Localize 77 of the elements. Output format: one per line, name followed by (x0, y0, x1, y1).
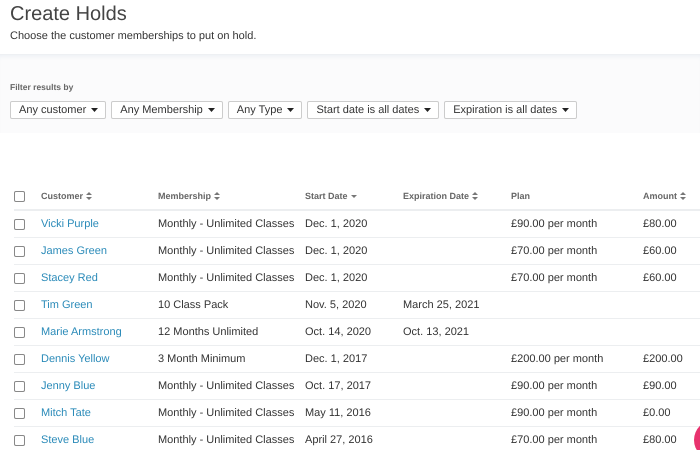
filter-dropdown[interactable]: Any Type (228, 101, 302, 119)
table-cell: £90.00 per month (511, 380, 598, 392)
table-cell: Dec. 1, 2020 (305, 272, 368, 284)
table-cell: May 11, 2016 (305, 407, 371, 419)
table-cell: £70.00 per month (511, 272, 598, 284)
table-cell: £90.00 (643, 380, 677, 392)
table-cell: £60.00 (643, 245, 677, 257)
table-cell: £80.00 (643, 218, 677, 230)
table-cell: Monthly - Unlimited Classes (158, 272, 294, 284)
table-cell: £90.00 per month (511, 407, 598, 419)
table-cell: April 27, 2016 (305, 434, 373, 446)
checkbox[interactable] (14, 190, 25, 202)
caret-icon (562, 108, 570, 112)
table-cell: Dec. 1, 2020 (305, 218, 368, 230)
filter-dropdown[interactable]: Any customer (10, 101, 106, 119)
column-header[interactable]: Expiration Date (403, 191, 478, 201)
filter-dropdown[interactable]: Expiration is all dates (444, 101, 578, 119)
customer-link[interactable]: Mitch Tate (41, 407, 91, 419)
column-header[interactable]: Amount (643, 191, 686, 201)
checkbox[interactable] (14, 300, 25, 310)
table-cell: £70.00 per month (511, 245, 598, 257)
customer-link[interactable]: Vicki Purple (41, 218, 99, 230)
filter-label: Filter results by (10, 82, 74, 92)
table-cell: £60.00 (643, 272, 677, 284)
table-cell: £90.00 per month (511, 218, 598, 230)
checkbox[interactable] (14, 246, 25, 256)
checkbox[interactable] (14, 272, 25, 284)
table-cell: Monthly - Unlimited Classes (158, 245, 294, 257)
caret-icon (208, 108, 215, 112)
table-cell: 3 Month Minimum (158, 353, 246, 365)
table-cell: March 25, 2021 (403, 299, 480, 311)
table-cell: £0.00 (643, 407, 671, 419)
checkbox[interactable] (14, 326, 25, 338)
table-cell: Oct. 13, 2021 (403, 326, 470, 338)
table-cell: Monthly - Unlimited Classes (158, 380, 294, 392)
checkbox[interactable] (14, 434, 25, 446)
sort-icon (350, 194, 357, 198)
customer-link[interactable]: Tim Green (41, 299, 93, 311)
sort-icon (472, 192, 478, 200)
table-cell: £200.00 per month (511, 353, 604, 365)
table-cell: Oct. 14, 2020 (305, 326, 372, 338)
checkbox[interactable] (14, 408, 25, 418)
customer-link[interactable]: Jenny Blue (41, 380, 96, 392)
caret-icon (287, 108, 294, 112)
column-header[interactable]: Plan (511, 191, 530, 201)
checkbox[interactable] (14, 380, 25, 392)
customer-link[interactable]: Stacey Red (41, 272, 98, 284)
table-cell: Monthly - Unlimited Classes (158, 434, 294, 446)
table-cell: Dec. 1, 2017 (305, 353, 368, 365)
table-cell: £70.00 per month (511, 434, 598, 446)
table-cell: 12 Months Unlimited (158, 326, 258, 338)
customer-link[interactable]: Marie Armstrong (41, 326, 122, 338)
caret-icon (91, 108, 98, 112)
table-cell: Monthly - Unlimited Classes (158, 218, 294, 230)
column-header[interactable]: Membership (158, 191, 220, 201)
column-header[interactable]: Customer (41, 191, 92, 201)
filter-dropdown[interactable]: Start date is all dates (307, 101, 440, 119)
caret-icon (424, 108, 432, 112)
table-cell: £200.00 (643, 353, 683, 365)
customer-link[interactable]: Steve Blue (41, 434, 94, 446)
table-cell: Nov. 5, 2020 (305, 299, 367, 311)
filter-dropdown[interactable]: Any Membership (111, 101, 223, 119)
table-cell: 10 Class Pack (158, 299, 228, 311)
table-cell: Dec. 1, 2020 (305, 245, 368, 257)
checkbox[interactable] (14, 354, 25, 364)
sort-icon (86, 192, 92, 200)
sort-icon (680, 192, 686, 200)
table-cell: Oct. 17, 2017 (305, 380, 372, 392)
sort-icon (214, 192, 220, 200)
table-cell: £80.00 (643, 434, 677, 446)
customer-link[interactable]: James Green (41, 245, 108, 257)
column-header[interactable]: Start Date (305, 191, 357, 201)
customer-link[interactable]: Dennis Yellow (41, 353, 110, 365)
table-cell: Monthly - Unlimited Classes (158, 407, 294, 419)
page-subtitle: Choose the customer memberships to put on hold. (10, 29, 256, 43)
checkbox[interactable] (14, 218, 25, 230)
page-title: Create Holds (10, 2, 127, 26)
